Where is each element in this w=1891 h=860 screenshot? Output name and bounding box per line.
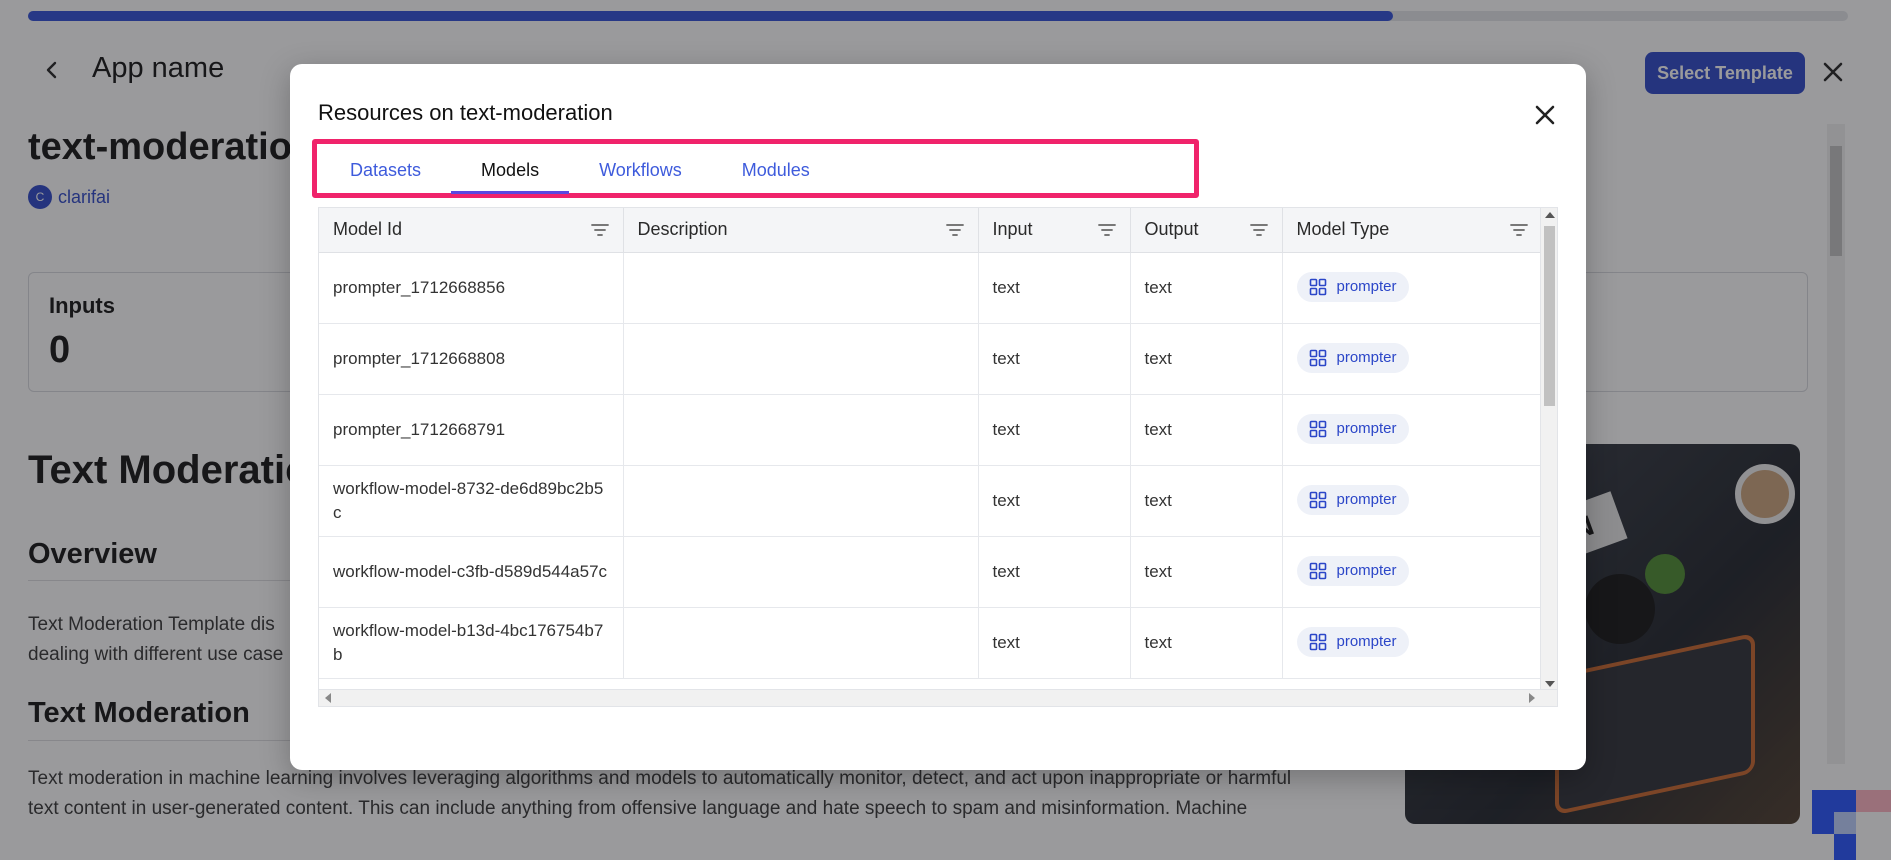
cell-description: [623, 252, 979, 324]
cell-description: [623, 323, 979, 395]
tab-workflows[interactable]: Workflows: [569, 149, 712, 194]
close-icon: [1535, 105, 1555, 125]
model-type-label: prompter: [1336, 420, 1397, 437]
table-row[interactable]: prompter_1712668808 text text prompter: [319, 323, 1543, 395]
model-type-badge: prompter: [1296, 485, 1409, 515]
column-header[interactable]: Description: [623, 208, 979, 253]
model-type-badge: prompter: [1296, 343, 1409, 373]
filter-icon[interactable]: [1097, 222, 1116, 238]
cell-description: [623, 536, 979, 608]
cell-input: text: [978, 607, 1131, 679]
model-type-badge: prompter: [1296, 556, 1409, 586]
table-row[interactable]: prompter_1712668856 text text prompter: [319, 252, 1543, 324]
filter-icon[interactable]: [590, 222, 609, 238]
table-header-row: Model Id Description Input Output Model …: [319, 208, 1543, 253]
cell-output: text: [1130, 536, 1283, 608]
scroll-left-arrow-icon[interactable]: [325, 693, 331, 703]
cell-output: text: [1130, 607, 1283, 679]
column-header[interactable]: Input: [978, 208, 1131, 253]
scroll-down-arrow-icon[interactable]: [1545, 681, 1555, 687]
cell-output: text: [1130, 465, 1283, 537]
model-type-badge: prompter: [1296, 272, 1409, 302]
cell-model-type: prompter: [1282, 252, 1543, 324]
tab-modules[interactable]: Modules: [712, 149, 840, 194]
column-header[interactable]: Model Id: [319, 208, 624, 253]
column-header[interactable]: Output: [1130, 208, 1283, 253]
cell-model-id: workflow-model-8732-de6d89bc2b5c: [319, 465, 624, 537]
cell-description: [623, 465, 979, 537]
scroll-right-arrow-icon[interactable]: [1529, 693, 1535, 703]
table-row[interactable]: workflow-model-b13d-4bc176754b7b text te…: [319, 607, 1543, 679]
model-type-label: prompter: [1336, 491, 1397, 508]
column-header-label: Model Type: [1296, 219, 1390, 240]
grid-icon: [1309, 633, 1326, 651]
cell-model-id: prompter_1712668856: [319, 252, 624, 324]
cell-description: [623, 607, 979, 679]
model-type-badge: prompter: [1296, 414, 1409, 444]
cell-input: text: [978, 252, 1131, 324]
column-header-label: Input: [992, 219, 1033, 240]
modal-close-button[interactable]: [1530, 100, 1560, 130]
filter-icon[interactable]: [1249, 222, 1268, 238]
filter-icon[interactable]: [1509, 222, 1528, 238]
cell-model-id: workflow-model-b13d-4bc176754b7b: [319, 607, 624, 679]
resources-modal: Resources on text-moderation Datasets Mo…: [290, 64, 1586, 770]
cell-model-id: prompter_1712668808: [319, 323, 624, 395]
grid-icon: [1309, 491, 1326, 509]
column-header-label: Output: [1144, 219, 1199, 240]
cell-model-type: prompter: [1282, 394, 1543, 466]
cell-input: text: [978, 536, 1131, 608]
model-type-label: prompter: [1336, 349, 1397, 366]
model-type-label: prompter: [1336, 562, 1397, 579]
table-vertical-scrollbar[interactable]: [1540, 208, 1557, 691]
cell-model-type: prompter: [1282, 323, 1543, 395]
model-type-label: prompter: [1336, 633, 1397, 650]
scroll-up-arrow-icon[interactable]: [1545, 212, 1555, 218]
cell-input: text: [978, 323, 1131, 395]
grid-icon: [1309, 278, 1326, 296]
filter-icon[interactable]: [945, 222, 964, 238]
modal-title: Resources on text-moderation: [318, 100, 613, 125]
column-header[interactable]: Model Type: [1282, 208, 1543, 253]
table-scrollbar-thumb[interactable]: [1544, 226, 1555, 406]
grid-icon: [1309, 562, 1326, 580]
cell-output: text: [1130, 394, 1283, 466]
cell-model-id: prompter_1712668791: [319, 394, 624, 466]
column-header-label: Description: [637, 219, 728, 240]
cell-model-id: workflow-model-c3fb-d589d544a57c: [319, 536, 624, 608]
column-header-label: Model Id: [333, 219, 403, 240]
grid-icon: [1309, 349, 1326, 367]
table-horizontal-scrollbar[interactable]: [319, 689, 1557, 706]
cell-model-type: prompter: [1282, 536, 1543, 608]
cell-model-type: prompter: [1282, 465, 1543, 537]
tab-datasets[interactable]: Datasets: [320, 149, 451, 194]
model-type-label: prompter: [1336, 278, 1397, 295]
models-table: Model Id Description Input Output Model …: [318, 207, 1558, 707]
cell-input: text: [978, 465, 1131, 537]
table-row[interactable]: workflow-model-8732-de6d89bc2b5c text te…: [319, 465, 1543, 537]
table-row[interactable]: workflow-model-c3fb-d589d544a57c text te…: [319, 536, 1543, 608]
model-type-badge: prompter: [1296, 627, 1409, 657]
cell-description: [623, 394, 979, 466]
tab-models[interactable]: Models: [451, 149, 570, 194]
grid-icon: [1309, 420, 1326, 438]
cell-model-type: prompter: [1282, 607, 1543, 679]
table-row[interactable]: prompter_1712668791 text text prompter: [319, 394, 1543, 466]
cell-output: text: [1130, 252, 1283, 324]
cell-input: text: [978, 394, 1131, 466]
cell-output: text: [1130, 323, 1283, 395]
resource-tabs: Datasets Models Workflows Modules: [320, 149, 840, 194]
